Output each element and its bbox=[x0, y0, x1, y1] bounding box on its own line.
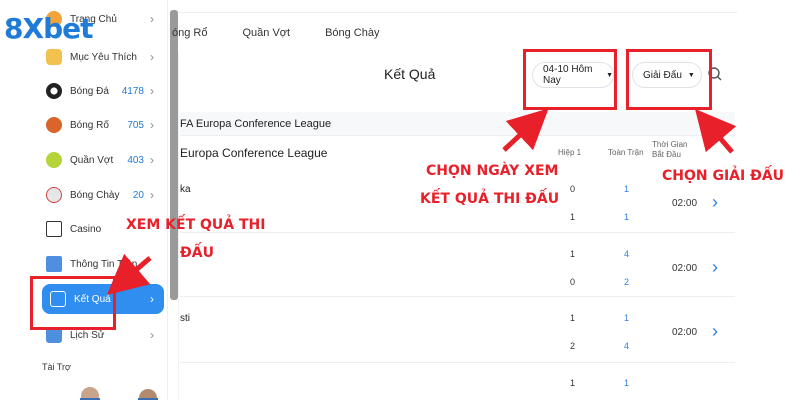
screenshot: Trang Chủ › Mục Yêu Thích › Bóng Đá 4178… bbox=[0, 0, 800, 400]
results-arrow bbox=[106, 253, 152, 296]
date-callout-line1: CHỌN NGÀY XEM bbox=[426, 163, 559, 179]
date-arrow bbox=[502, 108, 549, 152]
annotation-arrows bbox=[106, 108, 737, 296]
results-callout-line2: ĐẤU bbox=[180, 245, 214, 261]
league-arrow bbox=[694, 108, 737, 154]
date-callout-line2: KẾT QUẢ THI ĐẤU bbox=[420, 191, 560, 207]
results-callout-line1: XEM KẾT QUẢ THI bbox=[126, 217, 266, 233]
brand-logo[interactable]: 8Xbet bbox=[4, 12, 93, 45]
league-callout: CHỌN GIẢI ĐẤU bbox=[662, 168, 785, 184]
